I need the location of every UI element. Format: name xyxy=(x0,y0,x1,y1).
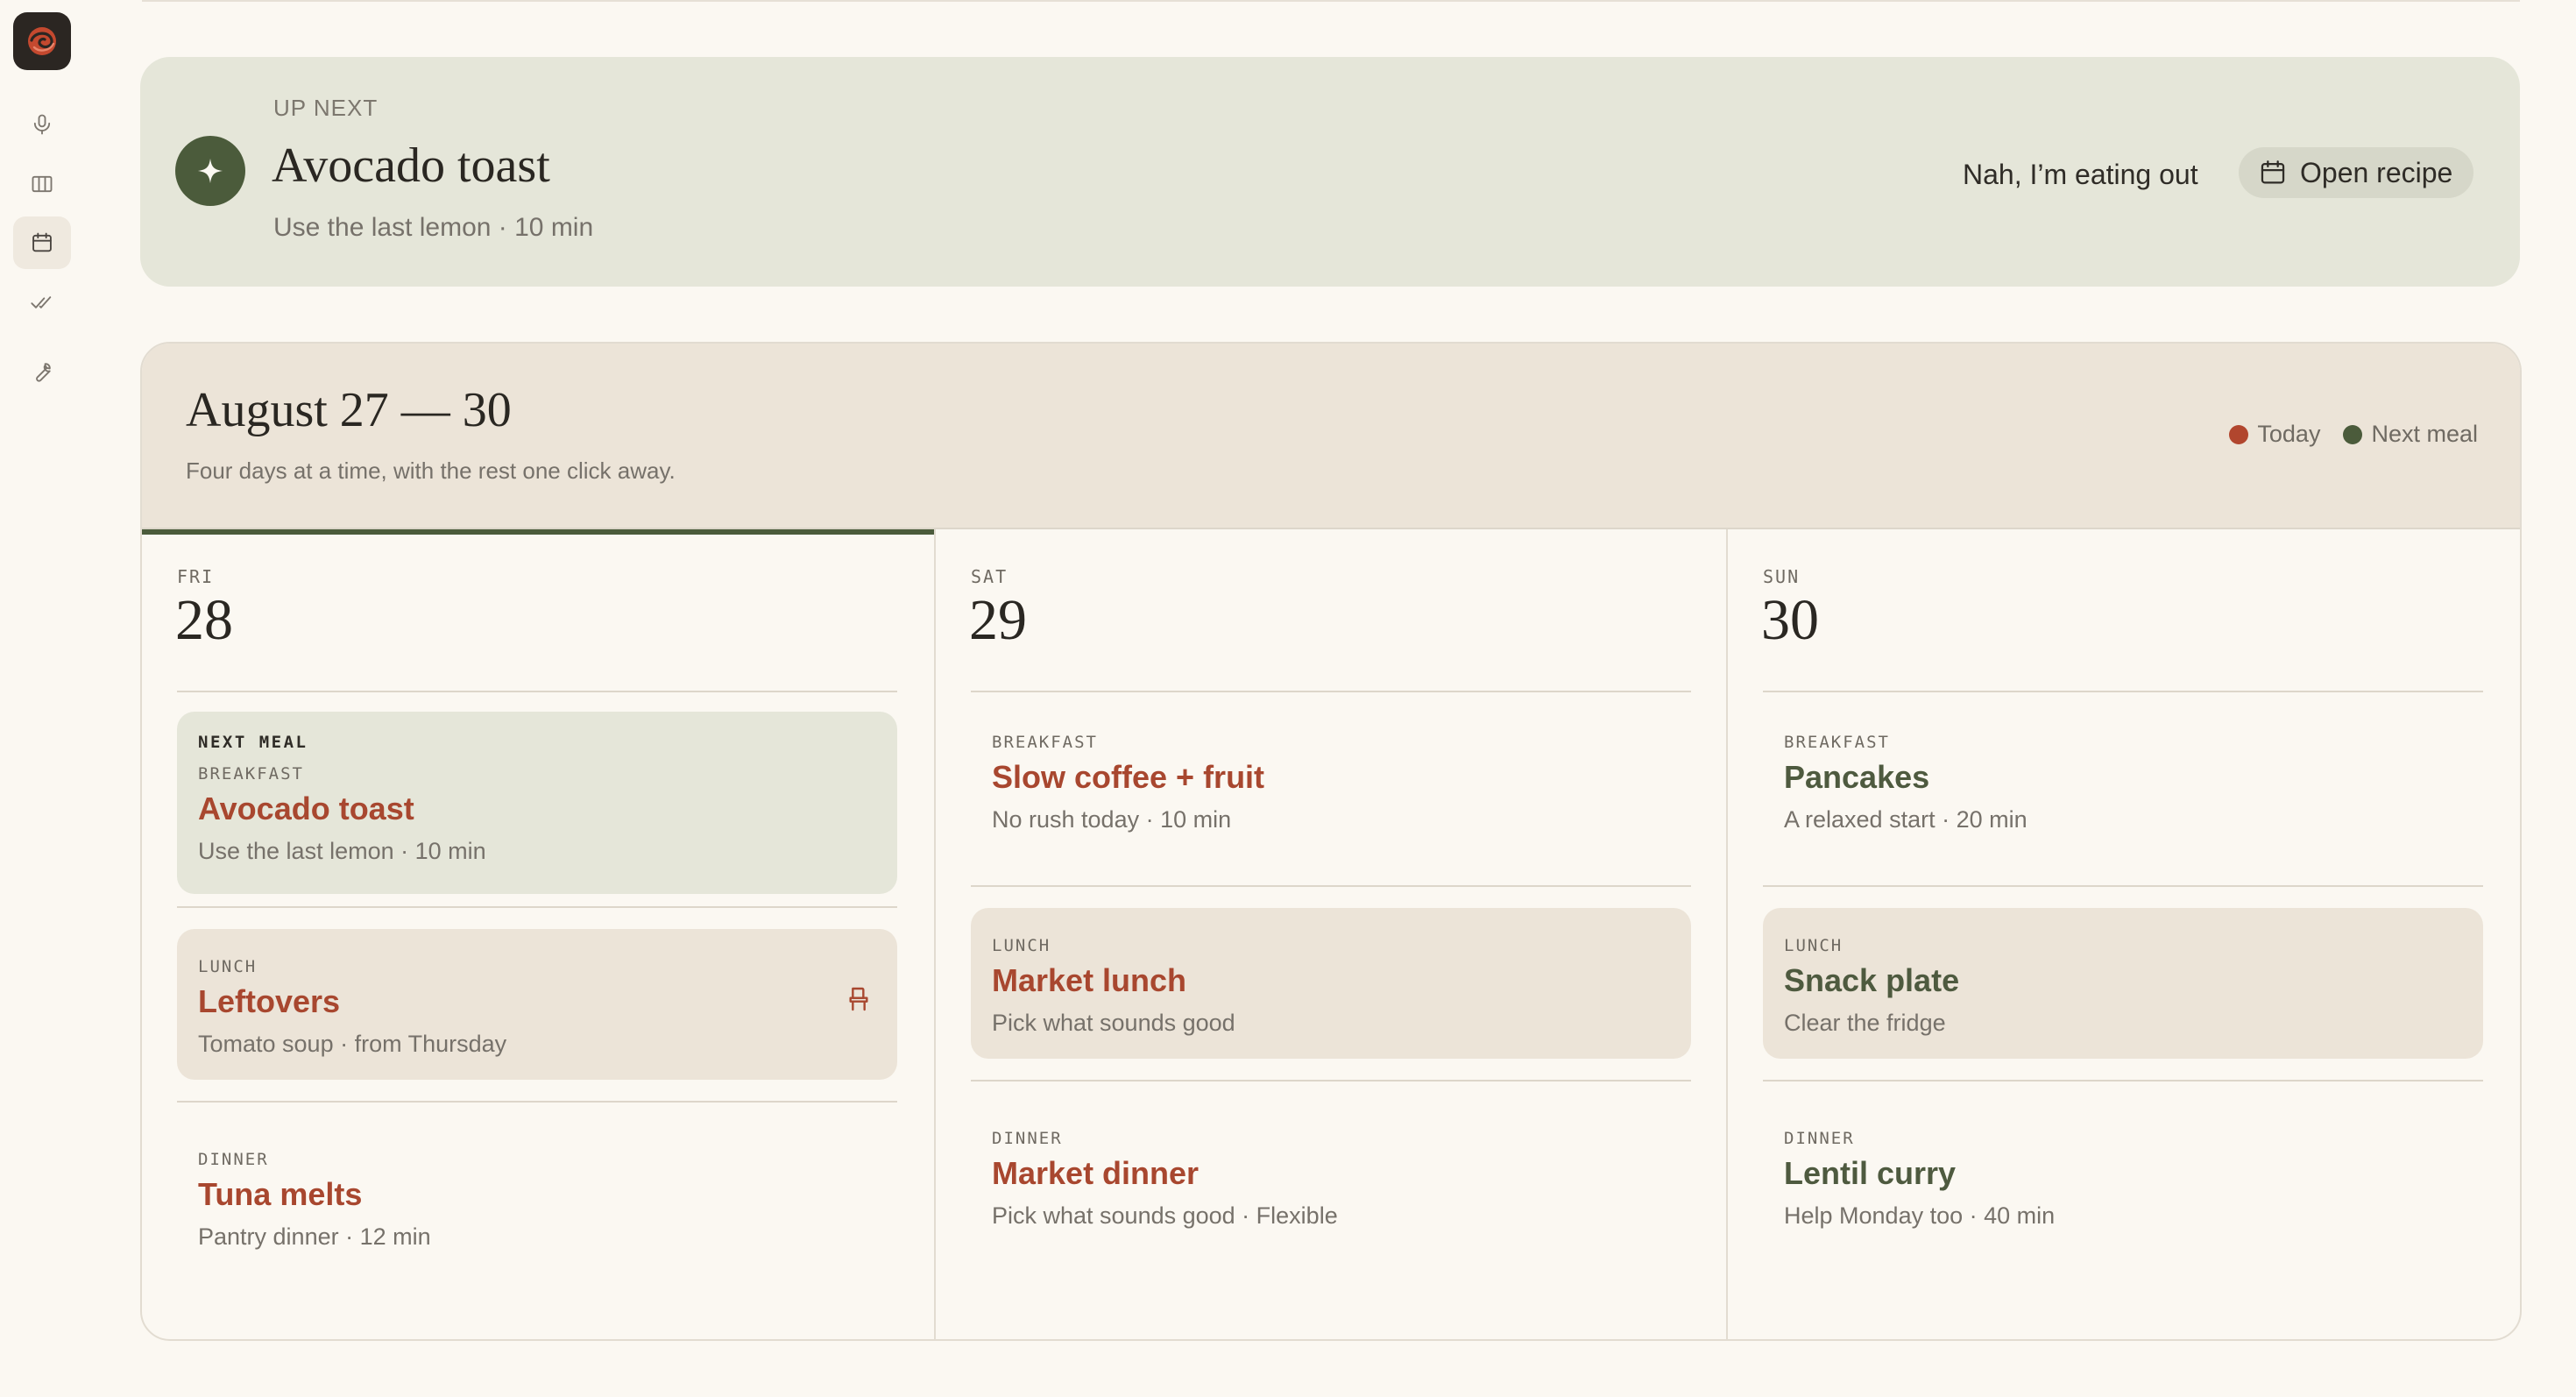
sidebar-item-voice[interactable] xyxy=(13,98,71,151)
divider xyxy=(971,1080,1691,1081)
next-meal-dot-icon xyxy=(2343,424,2363,444)
day-abbr: FRI xyxy=(177,566,215,587)
meal-card-dinner[interactable]: DINNER Market dinner Pick what sounds go… xyxy=(971,1104,1691,1255)
meal-card-dinner[interactable]: DINNER Lentil curry Help Monday too · 40… xyxy=(1763,1104,2483,1255)
calendar-icon xyxy=(32,232,52,252)
day-number: 30 xyxy=(1761,588,1819,652)
divider xyxy=(1763,691,2483,692)
day-abbr: SAT xyxy=(971,566,1008,587)
chair-icon xyxy=(849,987,868,1011)
divider xyxy=(1763,1080,2483,1081)
meal-type: DINNER xyxy=(992,1129,1063,1148)
meal-detail: Help Monday too · 40 min xyxy=(1784,1202,2056,1229)
meal-name: Avocado toast xyxy=(198,791,414,826)
double-check-icon xyxy=(31,296,52,308)
divider xyxy=(1763,885,2483,887)
calendar-icon xyxy=(2261,160,2285,184)
meal-name: Tuna melts xyxy=(198,1176,363,1212)
meal-detail: No rush today · 10 min xyxy=(992,806,1232,833)
up-next-card: UP NEXT Avocado toast Use the last lemon… xyxy=(140,57,2520,287)
day-column-sat: SAT 29 BREAKFAST Slow coffee + fruit No … xyxy=(934,529,1728,1339)
meal-type: DINNER xyxy=(198,1150,269,1169)
divider xyxy=(177,906,897,908)
meal-type: LUNCH xyxy=(992,936,1051,955)
legend-next-meal-label: Next meal xyxy=(2371,421,2478,447)
week-header: August 27 — 30 Four days at a time, with… xyxy=(142,344,2520,529)
divider xyxy=(971,885,1691,887)
meal-card-lunch[interactable]: LUNCH Leftovers Tomato soup · from Thurs… xyxy=(177,929,897,1080)
meal-name: Pancakes xyxy=(1784,759,1930,795)
sidebar-item-board[interactable] xyxy=(13,158,71,210)
meal-detail: Clear the fridge xyxy=(1784,1010,1946,1036)
meal-detail: Pick what sounds good xyxy=(992,1010,1235,1036)
legend-today-label: Today xyxy=(2257,421,2321,447)
swirl-logo-icon xyxy=(28,27,56,55)
wrench-icon xyxy=(36,363,51,382)
sidebar-item-tools[interactable] xyxy=(13,345,71,398)
meal-type: BREAKFAST xyxy=(1784,733,1890,752)
open-recipe-label: Open recipe xyxy=(2300,156,2453,188)
day-number: 29 xyxy=(969,588,1027,652)
meal-name: Market dinner xyxy=(992,1155,1200,1191)
meal-card-lunch[interactable]: LUNCH Market lunch Pick what sounds good xyxy=(971,908,1691,1059)
legend: Today Next meal xyxy=(2229,421,2478,448)
meal-type: BREAKFAST xyxy=(992,733,1098,752)
date-range-title: August 27 — 30 xyxy=(186,383,512,437)
columns-icon xyxy=(32,175,53,193)
up-next-subtitle: Use the last lemon · 10 min xyxy=(273,213,594,242)
meal-card-breakfast[interactable]: NEXT MEAL BREAKFAST Avocado toast Use th… xyxy=(177,712,897,894)
meal-card-dinner[interactable]: DINNER Tuna melts Pantry dinner · 12 min xyxy=(177,1125,897,1276)
meal-type: BREAKFAST xyxy=(198,764,304,784)
meal-type: LUNCH xyxy=(1784,936,1844,955)
meal-name: Lentil curry xyxy=(1784,1155,1957,1191)
up-next-label: UP NEXT xyxy=(273,95,379,121)
day-abbr: SUN xyxy=(1763,566,1801,587)
divider xyxy=(177,691,897,692)
meal-card-breakfast[interactable]: BREAKFAST Slow coffee + fruit No rush to… xyxy=(971,712,1691,883)
day-number: 28 xyxy=(175,588,233,652)
meal-type: LUNCH xyxy=(198,957,258,976)
day-column-fri: FRI 28 NEXT MEAL BREAKFAST Avocado toast… xyxy=(142,529,934,1339)
next-meal-flag: NEXT MEAL xyxy=(198,733,308,752)
app-logo[interactable] xyxy=(13,12,71,70)
meal-type: DINNER xyxy=(1784,1129,1855,1148)
meal-card-breakfast[interactable]: BREAKFAST Pancakes A relaxed start · 20 … xyxy=(1763,712,2483,883)
legend-today: Today xyxy=(2229,421,2320,448)
meal-name: Leftovers xyxy=(198,983,341,1019)
meal-card-lunch[interactable]: LUNCH Snack plate Clear the fridge xyxy=(1763,908,2483,1059)
up-next-title: Avocado toast xyxy=(272,138,550,193)
open-recipe-button[interactable]: Open recipe xyxy=(2239,147,2474,198)
date-range-subtitle: Four days at a time, with the rest one c… xyxy=(186,457,676,484)
top-divider xyxy=(142,0,2520,2)
meal-detail: Use the last lemon · 10 min xyxy=(198,838,486,864)
meal-detail: Pick what sounds good · Flexible xyxy=(992,1202,1338,1229)
sidebar xyxy=(0,0,84,1397)
legend-next-meal: Next meal xyxy=(2343,421,2478,448)
eating-out-button[interactable]: Nah, I’m eating out xyxy=(1963,152,2198,197)
sidebar-item-calendar[interactable] xyxy=(13,216,71,269)
today-dot-icon xyxy=(2229,424,2249,444)
meal-name: Snack plate xyxy=(1784,962,1960,998)
meal-name: Market lunch xyxy=(992,962,1187,998)
meal-detail: A relaxed start · 20 min xyxy=(1784,806,2028,833)
divider xyxy=(971,691,1691,692)
divider xyxy=(177,1101,897,1103)
meal-detail: Pantry dinner · 12 min xyxy=(198,1223,431,1250)
microphone-icon xyxy=(33,114,51,135)
sidebar-item-done[interactable] xyxy=(13,276,71,329)
meal-name: Slow coffee + fruit xyxy=(992,759,1265,795)
current-day-indicator xyxy=(142,529,934,535)
day-column-sun: SUN 30 BREAKFAST Pancakes A relaxed star… xyxy=(1726,529,2520,1339)
meal-detail: Tomato soup · from Thursday xyxy=(198,1031,507,1057)
week-panel: August 27 — 30 Four days at a time, with… xyxy=(140,342,2522,1341)
sparkle-icon xyxy=(175,136,245,206)
